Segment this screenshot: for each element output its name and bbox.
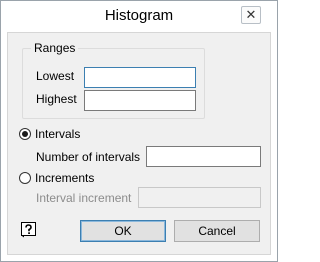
intervals-radio[interactable]: Intervals xyxy=(19,127,80,141)
intervals-label: Intervals xyxy=(35,127,81,141)
radio-selected-dot xyxy=(22,131,28,137)
lowest-label: Lowest xyxy=(36,69,75,83)
lowest-input[interactable] xyxy=(84,67,196,88)
interval-increment-label: Interval increment xyxy=(36,191,132,205)
title-bar[interactable]: Histogram ✕ xyxy=(1,1,277,32)
help-question-icon[interactable] xyxy=(21,222,37,238)
increments-radio-button[interactable] xyxy=(19,172,31,184)
cancel-button[interactable]: Cancel xyxy=(174,220,260,242)
dialog-body: Ranges Lowest Highest Intervals Number o… xyxy=(7,32,271,255)
number-of-intervals-input[interactable] xyxy=(146,146,261,167)
close-icon: ✕ xyxy=(245,7,257,22)
interval-increment-input xyxy=(138,187,261,208)
ranges-legend: Ranges xyxy=(31,41,79,55)
ok-button[interactable]: OK xyxy=(80,220,166,242)
close-button[interactable]: ✕ xyxy=(241,6,261,24)
highest-input[interactable] xyxy=(84,90,196,111)
intervals-radio-button[interactable] xyxy=(19,128,31,140)
histogram-dialog: Histogram ✕ Ranges Lowest Highest Interv… xyxy=(0,0,278,262)
window-title: Histogram xyxy=(104,7,174,24)
ranges-group: Ranges Lowest Highest xyxy=(22,41,205,119)
increments-label: Increments xyxy=(35,171,95,185)
number-of-intervals-label: Number of intervals xyxy=(36,150,141,164)
increments-radio[interactable]: Increments xyxy=(19,171,94,185)
highest-label: Highest xyxy=(36,92,77,106)
